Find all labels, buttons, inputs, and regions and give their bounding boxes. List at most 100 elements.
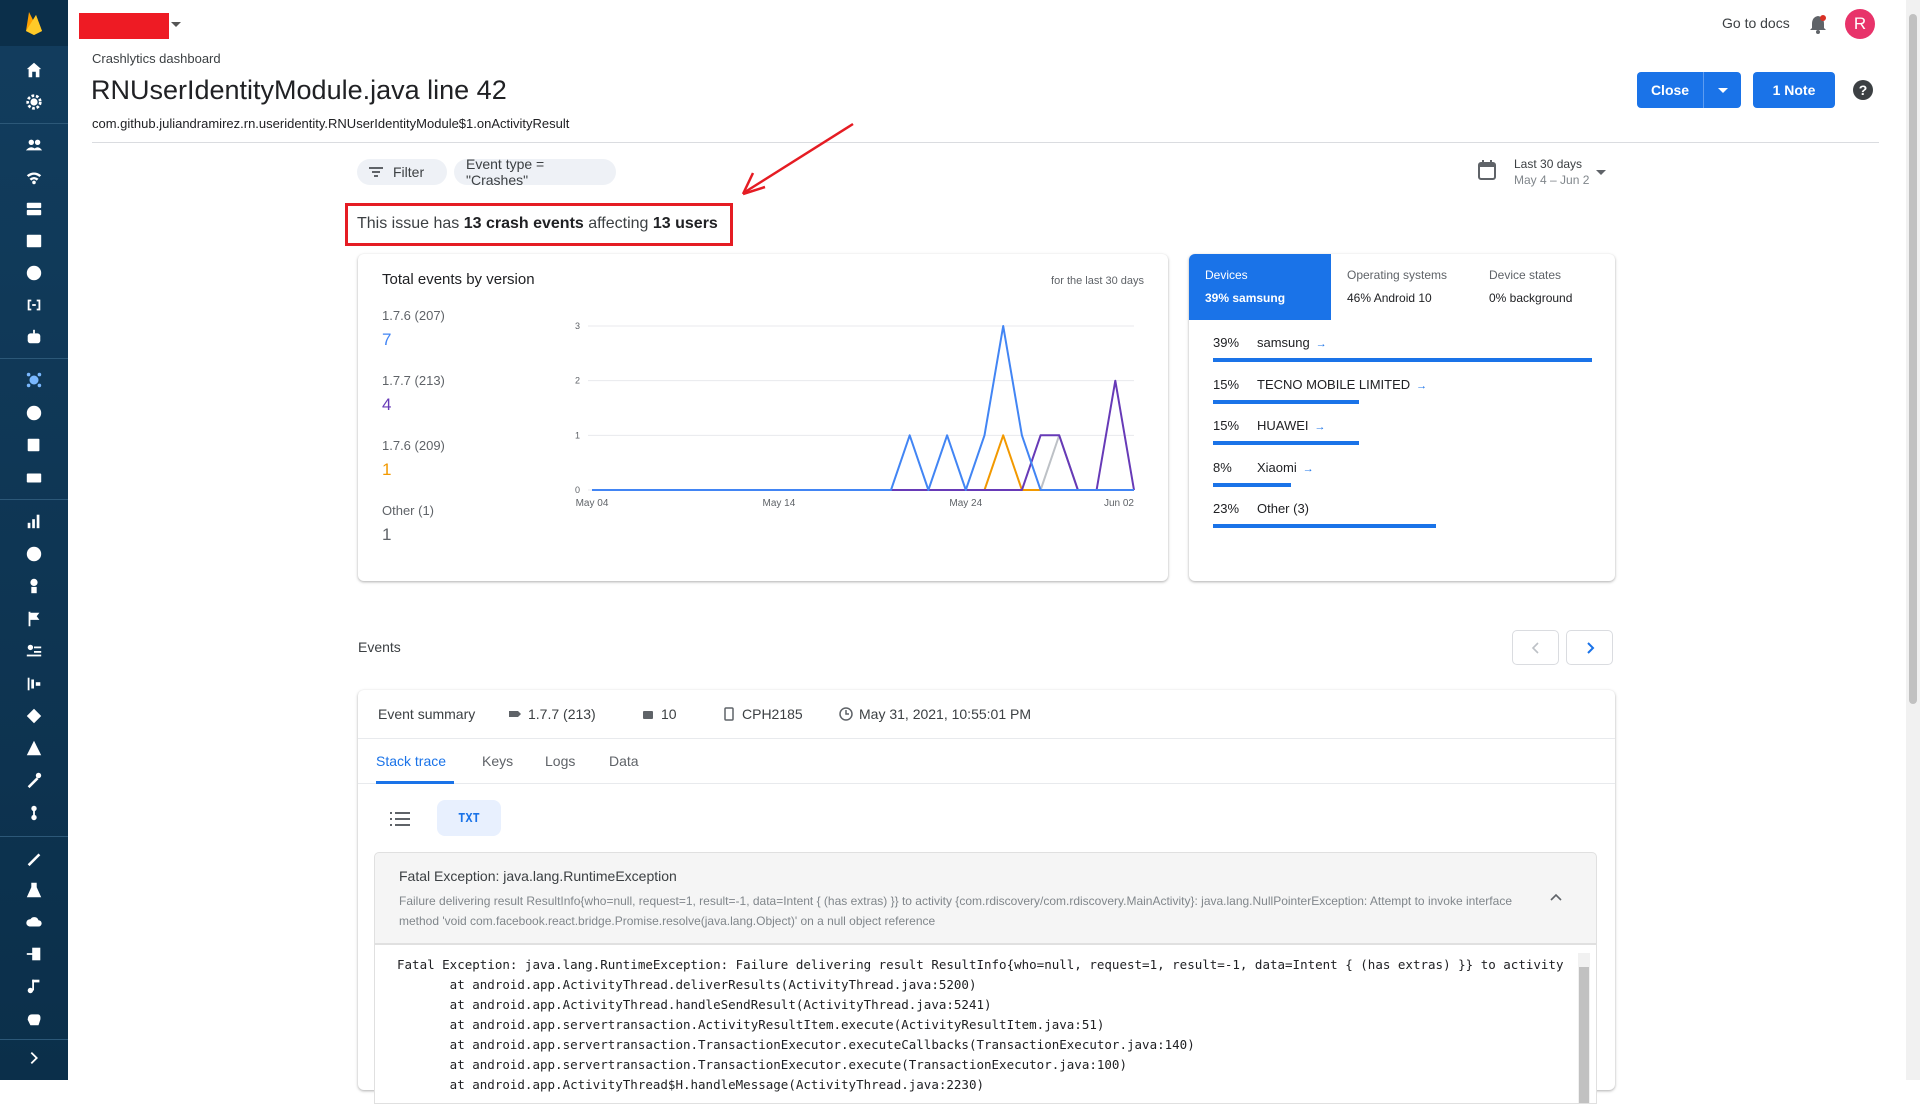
avatar[interactable]: R: [1845, 9, 1875, 39]
realtime-database-icon[interactable]: [22, 165, 46, 189]
image-icon[interactable]: [22, 229, 46, 253]
chevron-up-icon[interactable]: [1550, 893, 1562, 901]
engage-icon[interactable]: [22, 704, 46, 728]
lab-flask-icon[interactable]: [22, 878, 46, 902]
device-percent: 15%: [1213, 418, 1240, 433]
header-divider: [92, 142, 1879, 143]
device-name: Other (3): [1257, 501, 1310, 516]
tab-device-states[interactable]: Device states 0% background: [1473, 254, 1615, 320]
txt-view-button[interactable]: TXT: [437, 800, 501, 836]
login-icon[interactable]: [22, 942, 46, 966]
issue-subtitle: com.github.juliandramirez.rn.useridentit…: [92, 116, 570, 131]
next-event-button[interactable]: [1566, 630, 1613, 665]
ml-robot-icon[interactable]: [22, 325, 46, 349]
tag-icon: [509, 711, 521, 717]
clock-icon[interactable]: [22, 542, 46, 566]
events-heading: Events: [358, 639, 401, 655]
device-name: samsung →: [1257, 335, 1327, 350]
stack-trace-lines: Fatal Exception: java.lang.RuntimeExcept…: [397, 957, 1564, 1092]
crash-event-count: 13 crash events: [463, 215, 584, 232]
x-tick-label: Jun 02: [1104, 498, 1134, 509]
app-distribution-icon[interactable]: [22, 466, 46, 490]
close-options-dropdown[interactable]: [1704, 72, 1741, 108]
tab-title: Operating systems: [1347, 268, 1448, 282]
tab-devices[interactable]: Devices 39% samsung: [1189, 254, 1331, 320]
list-view-icon[interactable]: [390, 811, 410, 827]
remote-config-icon[interactable]: [22, 768, 46, 792]
chevron-right-icon: [1586, 641, 1594, 654]
close-button-label[interactable]: Close: [1637, 72, 1704, 108]
versions-card: Total events by version for the last 30 …: [358, 254, 1168, 581]
version-label: 1.7.6 (209): [382, 438, 445, 453]
notifications-bell-icon[interactable]: [1808, 14, 1828, 34]
phone-icon: [724, 707, 734, 721]
test-lab-icon[interactable]: [22, 433, 46, 457]
analytics-icon[interactable]: [22, 509, 46, 533]
dynamic-links-icon[interactable]: [22, 801, 46, 825]
tab-operating-systems[interactable]: Operating systems 46% Android 10: [1331, 254, 1473, 320]
firebase-logo-icon[interactable]: [0, 0, 68, 46]
tab-data[interactable]: Data: [609, 753, 639, 769]
exception-title: Fatal Exception: java.lang.RuntimeExcept…: [399, 868, 677, 884]
device-share-bar: [1213, 399, 1359, 404]
storage-icon[interactable]: [22, 197, 46, 221]
users-icon[interactable]: [22, 133, 46, 157]
stack-trace-scrollbar-thumb[interactable]: [1579, 967, 1589, 1103]
event-version: 1.7.7 (213): [508, 706, 596, 722]
flag-icon[interactable]: [22, 607, 46, 631]
stack-trace-scrollbar[interactable]: [1578, 953, 1590, 1103]
event-type-label: Event type = "Crashes": [466, 156, 545, 188]
home-icon[interactable]: [22, 58, 46, 82]
project-name-redacted[interactable]: [79, 13, 169, 39]
gear-icon[interactable]: [22, 90, 46, 114]
ab-testing-icon[interactable]: [22, 736, 46, 760]
arrow-right-icon: →: [1314, 421, 1326, 433]
expand-chevron-icon[interactable]: [22, 1046, 46, 1070]
music-icon[interactable]: [22, 974, 46, 998]
go-to-docs-link[interactable]: Go to docs: [1722, 15, 1790, 31]
event-device: CPH2185: [722, 706, 803, 722]
tab-value: 39% samsung: [1205, 291, 1286, 305]
hand-icon[interactable]: [22, 1006, 46, 1030]
extensions-icon[interactable]: [22, 846, 46, 870]
close-issue-button[interactable]: Close: [1637, 72, 1741, 108]
filter-icon: [369, 167, 383, 177]
device-name: TECNO MOBILE LIMITED →: [1257, 376, 1428, 392]
event-tabs: Stack trace Keys Logs Data: [358, 739, 1615, 784]
cloud-sync-icon[interactable]: [22, 910, 46, 934]
device-percent: 23%: [1213, 501, 1240, 516]
event-os-value: 10: [661, 706, 677, 722]
arrow-right-icon: →: [1416, 379, 1428, 392]
breadcrumb[interactable]: Crashlytics dashboard: [92, 51, 221, 66]
y-tick-label: 1: [575, 430, 580, 440]
previous-event-button[interactable]: [1512, 630, 1559, 665]
page-scrollbar-thumb[interactable]: [1909, 14, 1917, 704]
predictions-icon[interactable]: [22, 574, 46, 598]
calendar-icon[interactable]: [1478, 160, 1496, 180]
devices-card: Devices 39% samsung Operating systems 46% …: [1189, 254, 1615, 581]
audiences-icon[interactable]: [22, 639, 46, 663]
event-type-chip[interactable]: Event type = "Crashes": [454, 156, 616, 188]
project-dropdown-icon[interactable]: [171, 22, 181, 27]
filter-chip[interactable]: Filter: [357, 159, 447, 185]
performance-icon[interactable]: [22, 401, 46, 425]
series-line: [592, 434, 1134, 491]
tab-logs[interactable]: Logs: [545, 753, 575, 769]
tab-keys[interactable]: Keys: [482, 753, 513, 769]
notes-button[interactable]: 1 Note: [1753, 72, 1835, 108]
funnels-icon[interactable]: [22, 672, 46, 696]
help-icon[interactable]: ?: [1853, 80, 1873, 100]
tab-value: 0% background: [1489, 291, 1573, 305]
functions-icon[interactable]: [22, 293, 46, 317]
device-share-bar: [1213, 482, 1291, 487]
series-line: [592, 434, 1134, 491]
exception-header[interactable]: Fatal Exception: java.lang.RuntimeExcept…: [374, 852, 1597, 944]
chevron-down-icon: [1717, 87, 1728, 93]
device-share-bar: [1213, 441, 1359, 445]
tab-stack-trace[interactable]: Stack trace: [376, 753, 446, 769]
date-range-dropdown-icon[interactable]: [1596, 170, 1606, 175]
date-range-picker[interactable]: Last 30 days May 4 – Jun 2: [1514, 156, 1589, 188]
globe-icon[interactable]: [22, 261, 46, 285]
crashlytics-icon[interactable]: [22, 368, 46, 392]
device-percent: 15%: [1213, 376, 1240, 392]
